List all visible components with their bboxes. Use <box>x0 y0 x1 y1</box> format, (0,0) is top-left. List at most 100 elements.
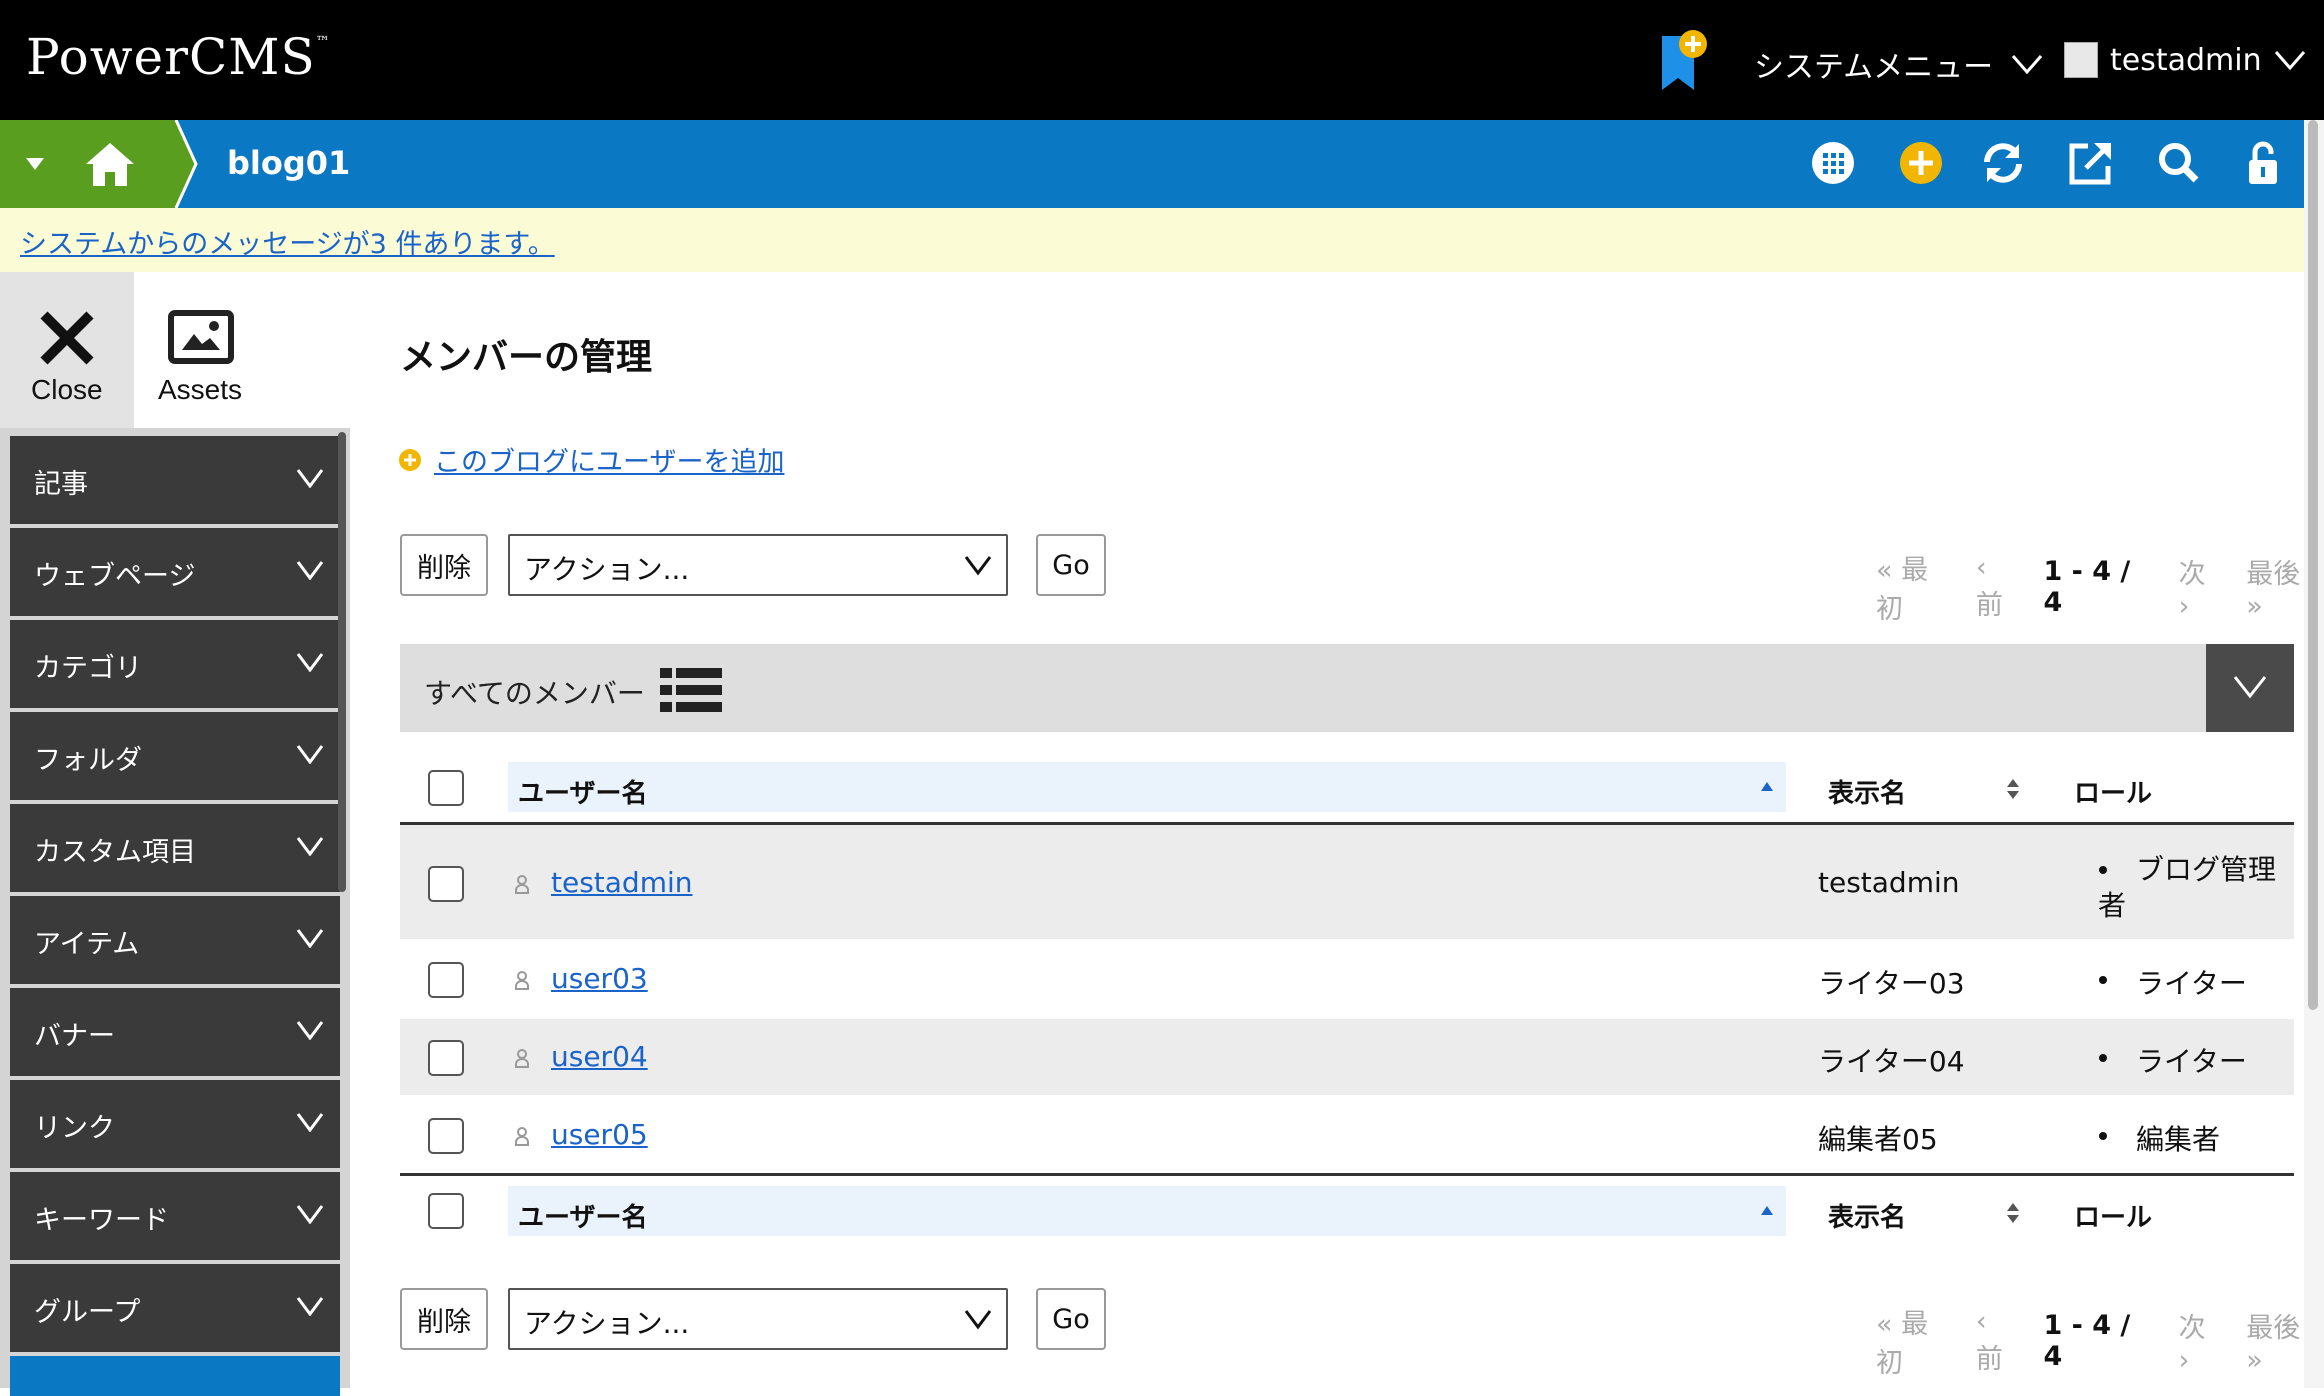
list-icon[interactable] <box>660 666 722 714</box>
external-link-icon[interactable] <box>2066 138 2116 188</box>
sidebar-item-items[interactable]: アイテム <box>10 896 340 984</box>
action-select[interactable]: アクション... <box>508 534 1008 596</box>
username-column-header[interactable] <box>508 762 1786 812</box>
select-all-checkbox[interactable] <box>428 770 464 806</box>
sidebar-item-webpages[interactable]: ウェブページ <box>10 528 340 616</box>
username-link[interactable]: user04 <box>551 1040 648 1073</box>
system-message-link[interactable]: システムからのメッセージが3 件あります。 <box>20 222 555 261</box>
go-button[interactable]: Go <box>1036 534 1106 596</box>
username-link[interactable]: testadmin <box>551 866 693 899</box>
delete-button[interactable]: 削除 <box>400 534 488 596</box>
sidebar-item-custom-fields[interactable]: カスタム項目 <box>10 804 340 892</box>
logo-trademark: ™ <box>315 34 331 50</box>
display-name-cell: ライター04 <box>1818 1045 1965 1078</box>
role-cell-continued: 者 <box>2098 889 2127 922</box>
chevron-down-icon <box>296 653 324 672</box>
username-link[interactable]: user05 <box>551 1118 648 1151</box>
system-menu[interactable]: システムメニュー <box>1754 42 2043 86</box>
add-user-label: このブログにユーザーを追加 <box>434 447 785 478</box>
add-user-link[interactable]: このブログにユーザーを追加 <box>398 440 784 479</box>
sort-icon[interactable] <box>2006 1202 2020 1224</box>
unlock-icon[interactable] <box>2238 138 2288 188</box>
close-icon[interactable] <box>38 310 96 366</box>
delete-button-bottom[interactable]: 削除 <box>400 1288 488 1350</box>
display-name-column-footer[interactable]: 表示名 <box>1828 1197 1906 1234</box>
assets-tab-label[interactable]: Assets <box>158 374 242 406</box>
chevron-down-icon <box>296 1021 324 1040</box>
pager-next[interactable]: 次 › <box>2179 1306 2225 1376</box>
chevron-down-icon <box>296 1205 324 1224</box>
add-bookmark-icon[interactable] <box>1658 28 1708 92</box>
display-name-cell: 編集者05 <box>1818 1123 1938 1156</box>
go-button-bottom[interactable]: Go <box>1036 1288 1106 1350</box>
chevron-down-icon <box>296 1113 324 1132</box>
sidebar-item-label: リンク <box>34 1113 115 1144</box>
row-checkbox[interactable] <box>428 962 464 998</box>
refresh-icon[interactable] <box>1978 138 2028 188</box>
pager-prev[interactable]: ‹ 前 <box>1976 1306 2022 1376</box>
sidebar-item-categories[interactable]: カテゴリ <box>10 620 340 708</box>
image-icon[interactable] <box>168 310 234 364</box>
role-bullet <box>2099 866 2107 874</box>
grid-menu-icon[interactable] <box>1808 138 1858 188</box>
pager-last[interactable]: 最後 » <box>2246 552 2324 622</box>
user-menu[interactable]: testadmin <box>2064 42 2306 78</box>
search-icon[interactable] <box>2154 138 2204 188</box>
action-select-bottom[interactable]: アクション... <box>508 1288 1008 1350</box>
select-all-checkbox-bottom[interactable] <box>428 1193 464 1229</box>
role-cell: 編集者 <box>2136 1123 2221 1156</box>
row-checkbox[interactable] <box>428 866 464 902</box>
sidebar-item-keywords[interactable]: キーワード <box>10 1172 340 1260</box>
sidebar-item-groups[interactable]: グループ <box>10 1264 340 1352</box>
chevron-down-icon <box>2274 51 2305 71</box>
powercms-logo[interactable]: PowerCMS™ <box>26 28 331 86</box>
pager-prev[interactable]: ‹ 前 <box>1976 552 2022 622</box>
sidebar-item-active[interactable] <box>10 1356 340 1396</box>
caret-down-icon[interactable] <box>24 156 46 172</box>
chevron-down-icon <box>2011 55 2043 75</box>
sidebar-item-folders[interactable]: フォルダ <box>10 712 340 800</box>
home-icon[interactable] <box>84 140 136 188</box>
logo-text: PowerCMS <box>26 28 316 86</box>
sidebar-scrollbar[interactable] <box>338 432 346 892</box>
footer-divider <box>400 1173 2294 1176</box>
pager-first[interactable]: « 最初 <box>1876 1302 1954 1380</box>
sidebar-item-label: フォルダ <box>34 745 142 776</box>
sidebar-item-banners[interactable]: バナー <box>10 988 340 1076</box>
chevron-down-icon <box>296 561 324 580</box>
sidebar-item-label: カスタム項目 <box>34 837 196 868</box>
row-checkbox[interactable] <box>428 1040 464 1076</box>
username-link[interactable]: user03 <box>551 962 648 995</box>
row-checkbox[interactable] <box>428 1118 464 1154</box>
blog-name[interactable]: blog01 <box>227 144 350 182</box>
page-title: メンバーの管理 <box>400 337 653 378</box>
sidebar-item-label: 記事 <box>34 469 88 500</box>
chevron-down-icon <box>964 1310 992 1330</box>
sidebar-item-entries[interactable]: 記事 <box>10 436 340 524</box>
plus-circle-icon <box>399 448 421 471</box>
username-column-footer[interactable] <box>508 1186 1786 1236</box>
sort-icon[interactable] <box>2006 778 2020 800</box>
user-icon <box>515 971 529 990</box>
chevron-down-icon <box>296 929 324 948</box>
display-name-column-header[interactable]: 表示名 <box>1828 773 1906 810</box>
sidebar-item-label: グループ <box>34 1297 141 1328</box>
role-bullet <box>2099 1132 2107 1140</box>
username-footer-label: ユーザー名 <box>518 1203 648 1233</box>
table-row <box>400 939 2294 1019</box>
chevron-down-icon <box>296 469 324 488</box>
pager-next[interactable]: 次 › <box>2179 552 2225 622</box>
table-row <box>400 1019 2294 1095</box>
user-icon <box>515 1049 529 1068</box>
filter-toggle-button[interactable] <box>2206 644 2294 732</box>
pager-last[interactable]: 最後 » <box>2246 1306 2324 1376</box>
close-tab-label[interactable]: Close <box>31 374 103 406</box>
pagination: « 最初 ‹ 前 1 - 4 / 4 次 › 最後 » <box>1876 548 2324 626</box>
role-bullet <box>2099 1054 2107 1062</box>
sidebar-item-links[interactable]: リンク <box>10 1080 340 1168</box>
role-bullet <box>2099 976 2107 984</box>
system-menu-label: システムメニュー <box>1754 50 1994 85</box>
add-new-icon[interactable] <box>1896 138 1946 188</box>
role-cell: ブログ管理 <box>2136 853 2277 886</box>
pager-first[interactable]: « 最初 <box>1876 548 1954 626</box>
